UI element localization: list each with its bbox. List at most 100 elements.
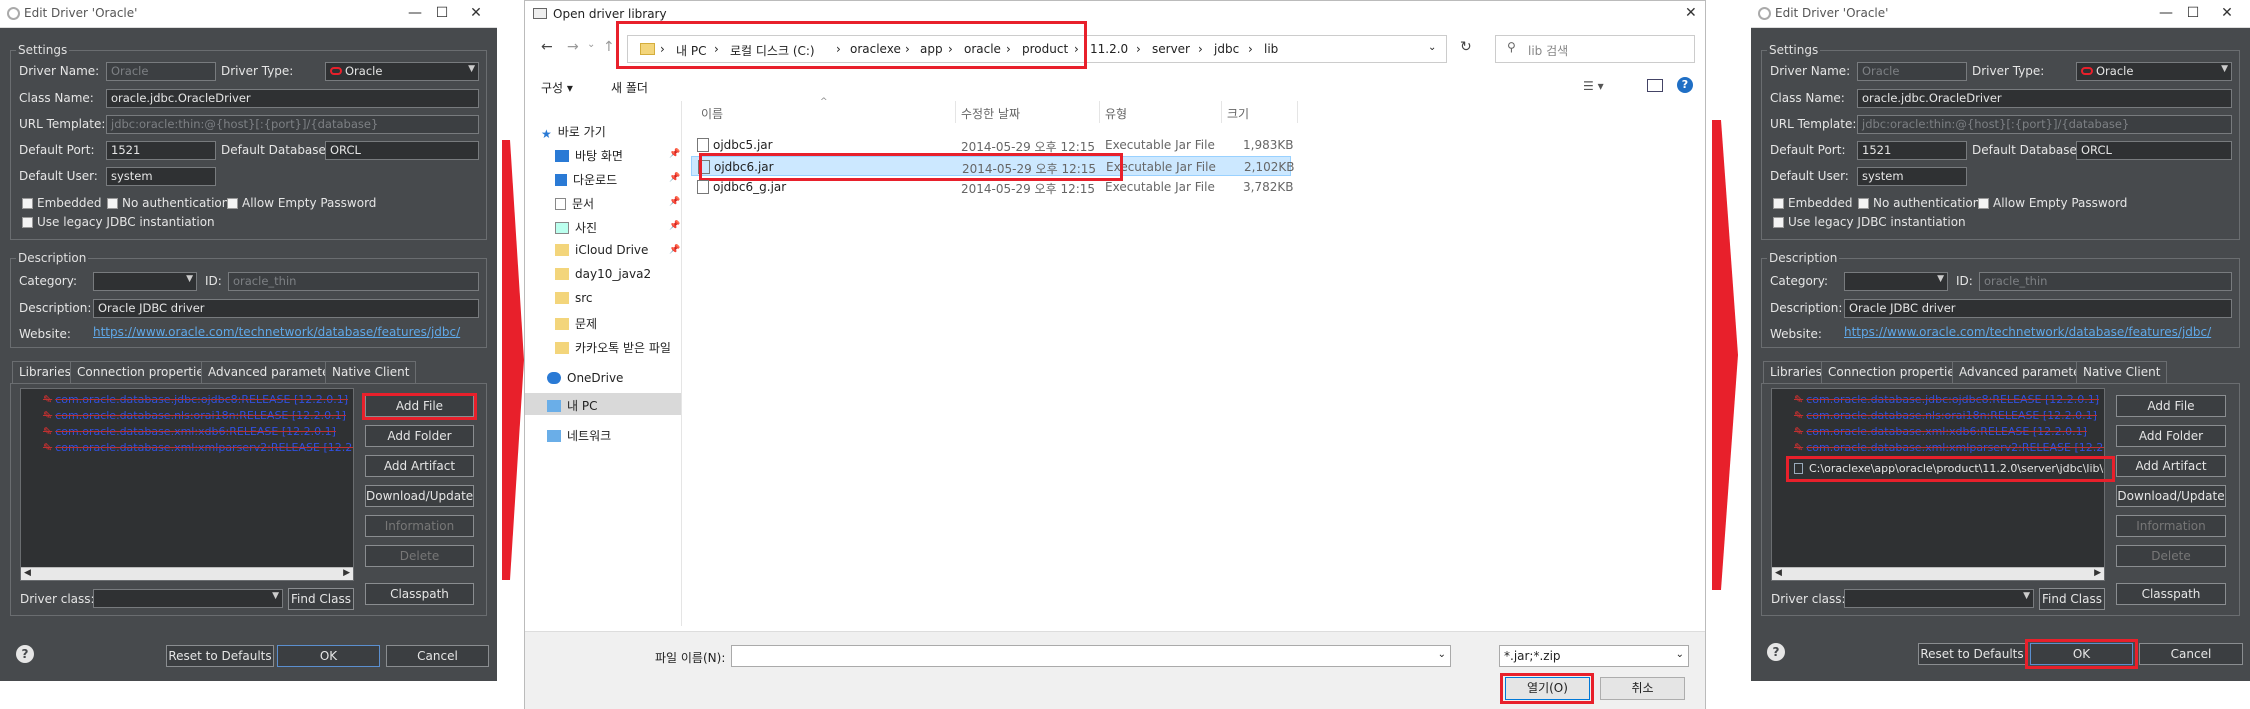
- close-icon[interactable]: ✕: [2212, 3, 2242, 23]
- add-artifact-button[interactable]: Add Artifact: [365, 455, 474, 477]
- add-folder-button[interactable]: Add Folder: [365, 425, 474, 447]
- delete-button[interactable]: Delete: [2116, 545, 2226, 567]
- breadcrumb-item[interactable]: 11.2.0: [1090, 42, 1128, 56]
- up-icon[interactable]: ↑: [603, 39, 615, 55]
- default-user-field[interactable]: system: [1857, 167, 1967, 186]
- embedded-checkbox[interactable]: [1773, 198, 1784, 209]
- library-item[interactable]: ✎ com.oracle.database.xml:xdb6:RELEASE [1…: [43, 425, 336, 438]
- embedded-checkbox[interactable]: [22, 198, 33, 209]
- sidebar-item-desktop[interactable]: 바탕 화면: [555, 147, 623, 164]
- new-folder-button[interactable]: 새 폴더: [611, 79, 648, 96]
- recent-icon[interactable]: ⌄: [587, 39, 595, 50]
- allow-empty-checkbox[interactable]: [1978, 198, 1989, 209]
- file-row[interactable]: ojdbc5.jar 2014-05-29 오후 12:15 Executabl…: [691, 135, 1293, 155]
- preview-pane-icon[interactable]: [1647, 79, 1663, 92]
- chevron-down-icon[interactable]: ⌄: [1428, 42, 1436, 53]
- organize-button[interactable]: 구성 ▾: [541, 79, 573, 96]
- driver-name-field[interactable]: Oracle: [106, 62, 216, 81]
- tab-native-client[interactable]: Native Client: [325, 361, 417, 383]
- information-button[interactable]: Information: [365, 515, 474, 537]
- reset-defaults-button[interactable]: Reset to Defaults: [166, 645, 274, 667]
- tab-connection-properties[interactable]: Connection properties: [1821, 361, 1968, 383]
- cancel-button[interactable]: Cancel: [386, 645, 489, 667]
- no-auth-checkbox[interactable]: [1858, 198, 1869, 209]
- website-link[interactable]: https://www.oracle.com/technetwork/datab…: [93, 325, 460, 339]
- default-user-field[interactable]: system: [106, 167, 216, 186]
- driver-class-select[interactable]: ▼: [93, 589, 283, 608]
- allow-empty-checkbox[interactable]: [227, 198, 238, 209]
- close-icon[interactable]: ✕: [461, 3, 491, 23]
- sidebar-item-downloads[interactable]: 다운로드: [555, 171, 617, 188]
- sidebar-item-pictures[interactable]: 사진: [555, 219, 597, 236]
- find-class-button[interactable]: Find Class: [2039, 588, 2105, 610]
- driver-type-select[interactable]: Oracle ▼: [2076, 62, 2232, 81]
- legacy-checkbox[interactable]: [1773, 217, 1784, 228]
- class-name-field[interactable]: oracle.jdbc.OracleDriver: [106, 89, 479, 108]
- back-icon[interactable]: ←: [541, 39, 553, 55]
- library-list[interactable]: ✎ com.oracle.database.jdbc:ojdbc8:RELEASE…: [20, 388, 354, 581]
- sidebar-item-quick-access[interactable]: ★ 바로 가기: [541, 123, 606, 141]
- search-input[interactable]: lib 검색: [1495, 35, 1695, 63]
- download-update-button[interactable]: Download/Update: [365, 485, 474, 507]
- id-field[interactable]: oracle_thin: [1979, 272, 2232, 291]
- help-icon[interactable]: ?: [1677, 77, 1693, 93]
- sidebar-item-onedrive[interactable]: OneDrive: [547, 371, 623, 385]
- help-icon[interactable]: ?: [16, 645, 34, 663]
- url-template-field[interactable]: jdbc:oracle:thin:@{host}[:{port}]/{datab…: [106, 115, 479, 134]
- tab-connection-properties[interactable]: Connection properties: [70, 361, 217, 383]
- download-update-button[interactable]: Download/Update: [2116, 485, 2226, 507]
- cancel-button[interactable]: 취소: [1600, 677, 1685, 700]
- website-link[interactable]: https://www.oracle.com/technetwork/datab…: [1844, 325, 2211, 339]
- delete-button[interactable]: Delete: [365, 545, 474, 567]
- library-item[interactable]: ✎ com.oracle.database.jdbc:ojdbc8:RELEASE…: [1794, 393, 2099, 406]
- library-item[interactable]: ✎ com.oracle.database.nls:orai18n:RELEASE…: [1794, 409, 2097, 422]
- view-options-icon[interactable]: ☰ ▾: [1583, 79, 1604, 93]
- maximize-icon[interactable]: ☐: [2178, 3, 2208, 23]
- breadcrumb-item[interactable]: server: [1152, 42, 1190, 56]
- add-file-button[interactable]: Add File: [2116, 395, 2226, 417]
- legacy-checkbox[interactable]: [22, 217, 33, 228]
- sidebar-item-folder[interactable]: 문제: [555, 315, 597, 332]
- classpath-button[interactable]: Classpath: [2116, 583, 2226, 605]
- tab-native-client[interactable]: Native Client: [2076, 361, 2168, 383]
- description-field[interactable]: Oracle JDBC driver: [93, 299, 479, 318]
- classpath-button[interactable]: Classpath: [365, 583, 474, 605]
- default-port-field[interactable]: 1521: [106, 141, 216, 160]
- library-list[interactable]: ✎ com.oracle.database.jdbc:ojdbc8:RELEASE…: [1771, 388, 2105, 581]
- ok-button[interactable]: OK: [277, 645, 380, 667]
- url-template-field[interactable]: jdbc:oracle:thin:@{host}[:{port}]/{datab…: [1857, 115, 2232, 134]
- library-item[interactable]: ✎ com.oracle.database.xml:xmlparserv2:REL…: [1794, 441, 2104, 454]
- forward-icon[interactable]: →: [567, 39, 579, 55]
- scroll-left-icon[interactable]: ◀: [24, 568, 31, 578]
- refresh-icon[interactable]: ↻: [1460, 39, 1472, 55]
- find-class-button[interactable]: Find Class: [288, 588, 354, 610]
- library-item[interactable]: ✎ com.oracle.database.xml:xmlparserv2:REL…: [43, 441, 353, 454]
- tab-libraries[interactable]: Libraries: [12, 361, 78, 383]
- minimize-icon[interactable]: —: [400, 3, 430, 23]
- driver-name-field[interactable]: Oracle: [1857, 62, 1967, 81]
- no-auth-checkbox[interactable]: [107, 198, 118, 209]
- cancel-button[interactable]: Cancel: [2139, 643, 2243, 665]
- reset-defaults-button[interactable]: Reset to Defaults: [1918, 643, 2026, 665]
- close-icon[interactable]: ✕: [1685, 5, 1697, 21]
- information-button[interactable]: Information: [2116, 515, 2226, 537]
- sidebar-item-folder[interactable]: day10_java2: [555, 267, 651, 281]
- category-select[interactable]: ▼: [93, 272, 197, 291]
- breadcrumb-item[interactable]: jdbc: [1214, 42, 1239, 56]
- maximize-icon[interactable]: ☐: [427, 3, 457, 23]
- sidebar-item-documents[interactable]: 문서: [555, 195, 594, 212]
- help-icon[interactable]: ?: [1767, 643, 1785, 661]
- add-artifact-button[interactable]: Add Artifact: [2116, 455, 2226, 477]
- description-field[interactable]: Oracle JDBC driver: [1844, 299, 2232, 318]
- default-port-field[interactable]: 1521: [1857, 141, 1967, 160]
- sidebar-item-network[interactable]: 네트워크: [547, 427, 611, 444]
- default-database-field[interactable]: ORCL: [325, 141, 479, 160]
- scroll-right-icon[interactable]: ▶: [343, 568, 350, 578]
- add-folder-button[interactable]: Add Folder: [2116, 425, 2226, 447]
- class-name-field[interactable]: oracle.jdbc.OracleDriver: [1857, 89, 2232, 108]
- filter-select[interactable]: *.jar;*.zip ⌄: [1499, 645, 1689, 667]
- column-header-name[interactable]: 이름: [701, 105, 723, 122]
- column-header-modified[interactable]: 수정한 날짜: [961, 105, 1020, 122]
- sidebar-item-folder[interactable]: src: [555, 291, 593, 305]
- minimize-icon[interactable]: —: [2151, 3, 2181, 23]
